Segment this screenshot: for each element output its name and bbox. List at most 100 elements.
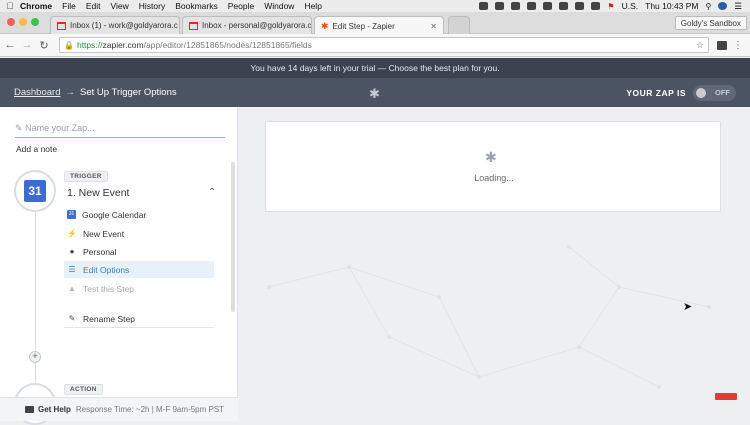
back-icon[interactable]: ← [3,39,17,51]
menu-edit[interactable]: Edit [86,1,101,11]
loading-spinner-icon: ✱ [485,149,497,166]
tab-gmail-personal[interactable]: Inbox - personal@goldyarora.c ✕ [182,16,312,34]
new-tab-button[interactable] [448,16,470,34]
forward-icon[interactable]: → [20,39,34,51]
url-path: /app/editor/12851865/nodes/12851865/fiel… [144,40,312,50]
add-note-link[interactable]: Add a note [16,144,57,154]
collapse-chevron-icon[interactable]: ⌃ [208,187,216,198]
browser-toolbar: ← → ↻ 🔒 https:// zapier.com /app/editor/… [0,34,750,57]
reload-icon[interactable]: ↻ [37,39,51,52]
minimize-window-icon[interactable] [19,18,27,26]
menu-history[interactable]: History [139,1,165,11]
pencil-icon: ✎ [67,314,77,323]
step-item-account[interactable]: ● Personal [64,243,214,260]
divider [64,327,214,328]
status-app-icon[interactable] [495,2,504,10]
step-item-test[interactable]: ▲ Test this Step [64,280,214,297]
editor-header: Dashboard → Set Up Trigger Options ✱ YOU… [0,78,750,107]
person-icon: ● [67,247,77,256]
pencil-icon: ✎ [15,123,23,133]
sidebar-scrollbar[interactable] [231,162,235,312]
breadcrumb-separator: → [65,87,75,98]
bolt-icon: ⚡ [67,229,77,238]
lock-icon: 🔒 [64,41,74,50]
action-badge: ACTION [64,384,103,395]
step-title[interactable]: 1. New Event [67,187,129,199]
step-item-label: Google Calendar [82,210,146,220]
tab-title: Inbox - personal@goldyarora.c [202,21,312,30]
video-watermark [715,393,737,400]
bookmark-star-icon[interactable]: ☆ [696,40,704,51]
step-item-label: Test this Step [83,284,134,294]
address-bar[interactable]: 🔒 https:// zapier.com /app/editor/128518… [59,37,709,53]
trial-banner[interactable]: You have 14 days left in your trial — Ch… [0,58,750,78]
menubar-status-area: ⚑ U.S. Thu 10:43 PM ⚲ ☰ [479,1,750,12]
search-icon[interactable]: ⚲ [706,2,712,11]
input-locale[interactable]: U.S. [622,1,639,11]
add-step-plus-icon[interactable]: + [29,351,41,363]
tab-gmail-work[interactable]: Inbox (1) - work@goldyarora.c ✕ [50,16,180,34]
google-calendar-icon: 31 [24,180,46,202]
profile-button[interactable]: Goldy's Sandbox [675,16,747,30]
status-app-icon[interactable] [479,2,488,10]
loading-text: Loading... [266,173,722,183]
volume-icon[interactable] [575,2,584,10]
status-app-icon[interactable] [527,2,536,10]
avatar-icon[interactable] [718,2,727,10]
step-item-edit-options[interactable]: ☰ Edit Options [64,261,214,278]
menu-list-icon[interactable]: ☰ [734,1,742,12]
menu-bookmarks[interactable]: Bookmarks [175,1,218,11]
maximize-window-icon[interactable] [31,18,39,26]
trigger-app-circle[interactable]: 31 [14,170,56,212]
trigger-badge: TRIGGER [64,171,108,182]
chrome-menu-icon[interactable]: ⋮ [733,40,743,51]
flask-icon: ▲ [67,284,77,293]
step-item-label: Personal [83,247,117,257]
close-window-icon[interactable] [7,18,15,26]
url-host: zapier.com [102,40,143,50]
editor-sidebar: ✎ Name your Zap... Add a note 31 TRIGGER… [0,107,238,397]
battery-icon[interactable] [591,2,600,10]
chat-icon [25,406,34,413]
zapier-icon: ✱ [321,21,329,32]
loading-card: ✱ Loading... [265,121,721,212]
menubar-clock[interactable]: Thu 10:43 PM [645,1,698,11]
step-config-area: ✱ Loading... ➤ [239,107,750,421]
flag-icon: ⚑ [607,2,614,11]
toggle-knob [696,88,706,98]
extension-icon[interactable] [717,41,727,50]
step-item-app[interactable]: 31 Google Calendar [64,206,214,223]
step-item-trigger[interactable]: ⚡ New Event [64,225,214,242]
help-bar[interactable]: Get Help Response Time: ~2h | M-F 9am-5p… [0,397,238,421]
close-tab-icon[interactable]: ✕ [178,21,180,30]
rename-step-button[interactable]: ✎ Rename Step [64,310,214,327]
response-time-text: Response Time: ~2h | M-F 9am-5pm PST [76,405,224,414]
zap-name-input[interactable]: ✎ Name your Zap... [15,123,225,138]
step-item-label: New Event [83,229,124,239]
tab-title: Inbox (1) - work@goldyarora.c [70,21,178,30]
zap-on-off-toggle[interactable]: OFF [693,85,736,101]
menu-help[interactable]: Help [304,1,321,11]
menu-view[interactable]: View [110,1,128,11]
tab-title: Edit Step - Zapier [333,22,395,31]
status-app-icon[interactable] [543,2,552,10]
zapier-logo-icon: ✱ [369,86,380,102]
menu-window[interactable]: Window [264,1,294,11]
menu-people[interactable]: People [228,1,254,11]
background-pattern [239,227,750,417]
mouse-cursor-icon: ➤ [683,300,692,313]
menu-chrome[interactable]: Chrome [20,1,52,11]
step-item-label: Edit Options [83,265,129,275]
gmail-icon [57,22,66,30]
menu-file[interactable]: File [62,1,76,11]
status-app-icon[interactable] [511,2,520,10]
calendar-icon: 31 [67,210,76,219]
get-help-label[interactable]: Get Help [38,405,71,414]
breadcrumb-dashboard[interactable]: Dashboard [14,87,60,98]
rename-step-label: Rename Step [83,314,135,324]
close-tab-icon[interactable]: ✕ [426,22,437,31]
breadcrumb-current: Set Up Trigger Options [80,87,177,98]
apple-icon[interactable]:  [0,1,20,11]
wifi-icon[interactable] [559,2,568,10]
tab-zapier[interactable]: ✱ Edit Step - Zapier ✕ [314,16,444,35]
